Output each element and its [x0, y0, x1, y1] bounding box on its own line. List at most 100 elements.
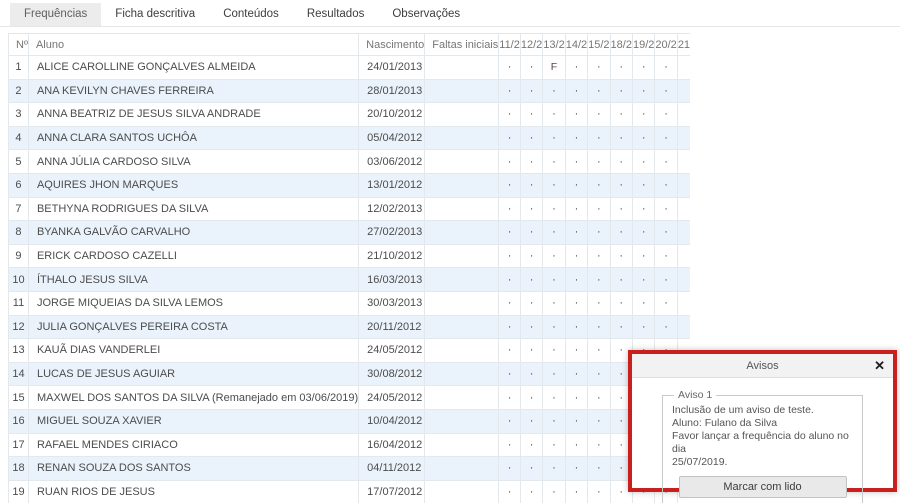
cell-attendance-mark[interactable]: ·: [520, 386, 542, 410]
cell-attendance-mark[interactable]: ·: [520, 173, 542, 197]
cell-attendance-mark[interactable]: ·: [588, 433, 610, 457]
cell-attendance-mark[interactable]: ·: [520, 221, 542, 245]
cell-attendance-mark[interactable]: ·: [655, 150, 677, 174]
cell-attendance-mark[interactable]: ·: [499, 457, 521, 481]
cell-attendance-mark[interactable]: ·: [588, 480, 610, 503]
cell-attendance-mark[interactable]: ·: [610, 291, 632, 315]
cell-attendance-mark[interactable]: ·: [655, 315, 677, 339]
cell-attendance-mark[interactable]: ·: [588, 79, 610, 103]
cell-attendance-mark[interactable]: ·: [588, 339, 610, 363]
cell-attendance-mark[interactable]: ·: [588, 103, 610, 127]
cell-attendance-mark[interactable]: ·: [588, 291, 610, 315]
cell-attendance-mark[interactable]: ·: [520, 409, 542, 433]
cell-attendance-mark[interactable]: ·: [499, 150, 521, 174]
cell-attendance-mark[interactable]: ·: [520, 480, 542, 503]
cell-attendance-mark[interactable]: ·: [610, 197, 632, 221]
cell-attendance-mark[interactable]: ·: [655, 126, 677, 150]
cell-attendance-mark[interactable]: ·: [499, 291, 521, 315]
cell-attendance-mark[interactable]: ·: [499, 339, 521, 363]
cell-attendance-mark[interactable]: ·: [565, 244, 587, 268]
cell-attendance-mark[interactable]: ·: [499, 56, 521, 80]
cell-attendance-mark[interactable]: ·: [499, 386, 521, 410]
cell-attendance-mark[interactable]: ·: [588, 362, 610, 386]
cell-attendance-mark[interactable]: ·: [543, 362, 565, 386]
cell-attendance-mark[interactable]: ·: [632, 79, 654, 103]
cell-attendance-mark[interactable]: ·: [565, 126, 587, 150]
cell-attendance-mark[interactable]: ·: [499, 480, 521, 503]
cell-attendance-mark[interactable]: ·: [499, 362, 521, 386]
cell-attendance-mark[interactable]: ·: [543, 268, 565, 292]
cell-attendance-mark[interactable]: ·: [520, 56, 542, 80]
cell-attendance-mark[interactable]: ·: [565, 339, 587, 363]
cell-attendance-mark[interactable]: ·: [565, 197, 587, 221]
cell-attendance-mark[interactable]: ·: [610, 244, 632, 268]
cell-attendance-mark[interactable]: [677, 221, 690, 245]
cell-attendance-mark[interactable]: ·: [543, 221, 565, 245]
cell-attendance-mark[interactable]: [677, 173, 690, 197]
cell-attendance-mark[interactable]: ·: [520, 197, 542, 221]
cell-attendance-mark[interactable]: ·: [565, 150, 587, 174]
cell-attendance-mark[interactable]: ·: [520, 126, 542, 150]
cell-attendance-mark[interactable]: ·: [610, 126, 632, 150]
cell-attendance-mark[interactable]: ·: [499, 197, 521, 221]
cell-attendance-mark[interactable]: ·: [520, 433, 542, 457]
mark-as-read-button[interactable]: Marcar com lido: [679, 476, 847, 498]
cell-attendance-mark[interactable]: ·: [655, 291, 677, 315]
cell-attendance-mark[interactable]: [677, 126, 690, 150]
cell-attendance-mark[interactable]: ·: [588, 315, 610, 339]
cell-attendance-mark[interactable]: ·: [565, 457, 587, 481]
cell-attendance-mark[interactable]: ·: [610, 103, 632, 127]
cell-attendance-mark[interactable]: ·: [632, 197, 654, 221]
cell-attendance-mark[interactable]: ·: [499, 315, 521, 339]
cell-attendance-mark[interactable]: ·: [520, 362, 542, 386]
tab-frequências[interactable]: Frequências: [10, 3, 101, 26]
cell-attendance-mark[interactable]: ·: [520, 103, 542, 127]
cell-attendance-mark[interactable]: ·: [499, 126, 521, 150]
cell-attendance-mark[interactable]: [677, 244, 690, 268]
cell-attendance-mark[interactable]: ·: [565, 291, 587, 315]
cell-attendance-mark[interactable]: [677, 79, 690, 103]
cell-attendance-mark[interactable]: ·: [610, 268, 632, 292]
cell-attendance-mark[interactable]: ·: [632, 291, 654, 315]
cell-attendance-mark[interactable]: [677, 150, 690, 174]
cell-attendance-mark[interactable]: ·: [543, 103, 565, 127]
cell-attendance-mark[interactable]: ·: [543, 197, 565, 221]
cell-attendance-mark[interactable]: ·: [655, 197, 677, 221]
cell-attendance-mark[interactable]: ·: [588, 457, 610, 481]
cell-attendance-mark[interactable]: ·: [655, 173, 677, 197]
cell-attendance-mark[interactable]: ·: [543, 480, 565, 503]
cell-attendance-mark[interactable]: ·: [543, 244, 565, 268]
cell-attendance-mark[interactable]: ·: [565, 56, 587, 80]
cell-attendance-mark[interactable]: [677, 56, 690, 80]
cell-attendance-mark[interactable]: ·: [610, 150, 632, 174]
cell-attendance-mark[interactable]: ·: [655, 268, 677, 292]
cell-attendance-mark[interactable]: ·: [632, 126, 654, 150]
cell-attendance-mark[interactable]: ·: [655, 221, 677, 245]
cell-attendance-mark[interactable]: ·: [632, 150, 654, 174]
cell-attendance-mark[interactable]: [677, 315, 690, 339]
cell-attendance-mark[interactable]: ·: [543, 409, 565, 433]
cell-attendance-mark[interactable]: ·: [499, 79, 521, 103]
cell-attendance-mark[interactable]: F: [543, 56, 565, 80]
cell-attendance-mark[interactable]: ·: [543, 291, 565, 315]
cell-attendance-mark[interactable]: ·: [565, 409, 587, 433]
cell-attendance-mark[interactable]: ·: [632, 244, 654, 268]
cell-attendance-mark[interactable]: ·: [632, 315, 654, 339]
cell-attendance-mark[interactable]: ·: [520, 291, 542, 315]
cell-attendance-mark[interactable]: ·: [588, 150, 610, 174]
cell-attendance-mark[interactable]: ·: [655, 103, 677, 127]
cell-attendance-mark[interactable]: ·: [588, 409, 610, 433]
cell-attendance-mark[interactable]: ·: [520, 244, 542, 268]
cell-attendance-mark[interactable]: ·: [610, 221, 632, 245]
cell-attendance-mark[interactable]: ·: [499, 268, 521, 292]
cell-attendance-mark[interactable]: ·: [543, 173, 565, 197]
cell-attendance-mark[interactable]: [677, 197, 690, 221]
cell-attendance-mark[interactable]: ·: [610, 79, 632, 103]
cell-attendance-mark[interactable]: ·: [588, 386, 610, 410]
cell-attendance-mark[interactable]: ·: [588, 56, 610, 80]
cell-attendance-mark[interactable]: ·: [565, 362, 587, 386]
cell-attendance-mark[interactable]: ·: [588, 221, 610, 245]
cell-attendance-mark[interactable]: ·: [632, 56, 654, 80]
cell-attendance-mark[interactable]: ·: [588, 126, 610, 150]
cell-attendance-mark[interactable]: ·: [610, 56, 632, 80]
